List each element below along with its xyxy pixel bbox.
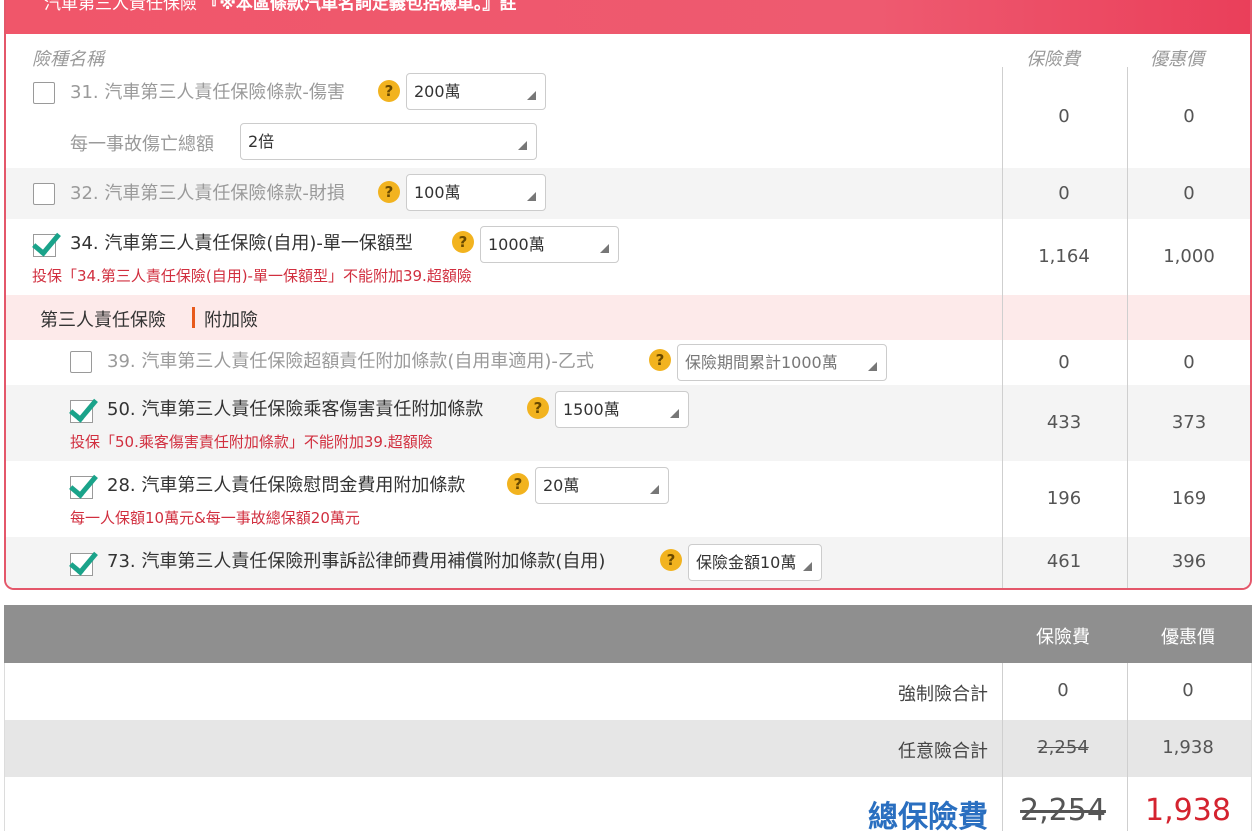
premium-39: 0 <box>1058 352 1070 373</box>
limit-select-73[interactable]: 保險金額10萬 <box>688 544 822 581</box>
limit-select-28[interactable]: 20萬 <box>535 467 669 504</box>
checkbox-31[interactable] <box>33 82 55 104</box>
coverage-row-31: 31. 汽車第三人責任保險條款-傷害 ? 200萬 每一事故傷亡總額 2倍 0 … <box>6 68 1250 168</box>
totals-header-discount: 優惠價 <box>1161 627 1215 648</box>
check-mark-icon[interactable] <box>33 233 56 257</box>
optional-total-row: 任意險合計 2,254 1,938 <box>4 720 1252 777</box>
limit-select-32[interactable]: 100萬 <box>406 174 546 211</box>
premium-50: 433 <box>1046 412 1082 433</box>
question-mark-icon[interactable]: ? <box>452 231 474 253</box>
compulsory-total-label: 強制險合計 <box>898 684 988 705</box>
question-mark-icon[interactable]: ? <box>649 349 671 371</box>
addon-label-50: 50. 汽車第三人責任保險乘客傷害責任附加條款 <box>107 399 484 420</box>
limit-select-50[interactable]: 1500萬 <box>555 391 689 428</box>
panel-header-text: 汽車第三人責任保險 『※本區條款汽車名詞定義包括機車。』註 <box>44 0 516 14</box>
addon-section-header: 第三人責任保險 附加險 <box>6 295 1250 340</box>
addon-row-39: 39. 汽車第三人責任保險超額責任附加條款(自用車適用)-乙式 ? 保險期間累計… <box>6 340 1250 385</box>
discount-73: 396 <box>1171 551 1207 572</box>
question-mark-icon[interactable]: ? <box>378 181 400 203</box>
table-border <box>1251 663 1252 831</box>
column-divider <box>1127 663 1128 831</box>
discount-32: 0 <box>1183 183 1195 204</box>
panel-header: 汽車第三人責任保險 『※本區條款汽車名詞定義包括機車。』註 <box>6 0 1250 34</box>
addon-label-28: 28. 汽車第三人責任保險慰問金費用附加條款 <box>107 475 466 496</box>
discount-31: 0 <box>1183 106 1195 127</box>
warning-50: 投保「50.乘客傷害責任附加條款」不能附加39.超額險 <box>70 433 433 451</box>
premium-34: 1,164 <box>1038 246 1090 267</box>
table-border <box>4 663 5 831</box>
addon-row-28: 28. 汽車第三人責任保險慰問金費用附加條款 ? 20萬 每一人保額10萬元&每… <box>6 461 1250 537</box>
section-subtitle: 附加險 <box>204 310 258 331</box>
checkbox-32[interactable] <box>33 183 55 205</box>
totals-table: 保險費 優惠價 強制險合計 0 0 任意險合計 2,254 1,938 總保險費… <box>4 605 1252 831</box>
check-mark-icon[interactable] <box>70 475 93 499</box>
panel-header-note: 『※本區條款汽車名詞定義包括機車。』註 <box>202 0 517 14</box>
question-mark-icon[interactable]: ? <box>527 397 549 419</box>
addon-row-73: 73. 汽車第三人責任保險刑事訴訟律師費用補償附加條款(自用) ? 保險金額10… <box>6 537 1250 588</box>
multiplier-select-31[interactable]: 2倍 <box>240 123 537 160</box>
limit-select-39[interactable]: 保險期間累計1000萬 <box>677 344 887 381</box>
warning-34: 投保「34.第三人責任保險(自用)-單一保額型」不能附加39.超額險 <box>32 267 472 285</box>
question-mark-icon[interactable]: ? <box>378 80 400 102</box>
compulsory-total-discount: 0 <box>1182 680 1194 701</box>
optional-total-label: 任意險合計 <box>898 741 988 762</box>
premium-32: 0 <box>1058 183 1070 204</box>
grand-total-premium: 2,254 <box>1020 793 1106 828</box>
optional-total-discount: 1,938 <box>1162 737 1214 758</box>
compulsory-total-row: 強制險合計 0 0 <box>4 663 1252 720</box>
column-divider <box>1002 67 1003 588</box>
premium-31: 0 <box>1058 106 1070 127</box>
checkbox-39[interactable] <box>70 351 92 373</box>
premium-73: 461 <box>1046 551 1082 572</box>
coverage-label-34: 34. 汽車第三人責任保險(自用)-單一保額型 <box>70 233 413 254</box>
compulsory-total-premium: 0 <box>1057 680 1069 701</box>
coverage-panel: 汽車第三人責任保險 『※本區條款汽車名詞定義包括機車。』註 險種名稱 保險費 優… <box>4 0 1252 590</box>
check-mark-icon[interactable] <box>70 399 93 423</box>
coverage-row-32: 32. 汽車第三人責任保險條款-財損 ? 100萬 0 0 <box>6 168 1250 219</box>
discount-39: 0 <box>1183 352 1195 373</box>
totals-header-premium: 保險費 <box>1036 627 1090 648</box>
grand-total-label: 總保險費 <box>868 800 988 831</box>
grand-total-discount: 1,938 <box>1145 793 1231 828</box>
limit-select-31[interactable]: 200萬 <box>406 73 546 110</box>
coverage-label-31: 31. 汽車第三人責任保險條款-傷害 <box>70 82 345 103</box>
discount-50: 373 <box>1171 412 1207 433</box>
totals-header: 保險費 優惠價 <box>4 605 1252 663</box>
column-divider <box>1127 67 1128 588</box>
discount-34: 1,000 <box>1163 246 1215 267</box>
question-mark-icon[interactable]: ? <box>660 549 682 571</box>
addon-label-39: 39. 汽車第三人責任保險超額責任附加條款(自用車適用)-乙式 <box>107 351 594 372</box>
coverage-label-32: 32. 汽車第三人責任保險條款-財損 <box>70 183 345 204</box>
coverage-row-34: 34. 汽車第三人責任保險(自用)-單一保額型 ? 1000萬 投保「34.第三… <box>6 219 1250 295</box>
optional-total-premium: 2,254 <box>1037 737 1089 758</box>
addon-label-73: 73. 汽車第三人責任保險刑事訴訟律師費用補償附加條款(自用) <box>107 551 606 572</box>
panel-header-title: 汽車第三人責任保險 <box>44 0 197 14</box>
section-title: 第三人責任保險 <box>40 310 166 331</box>
check-mark-icon[interactable] <box>70 552 93 576</box>
grand-total-row: 總保險費 2,254 1,938 <box>4 777 1252 831</box>
sub-label-31: 每一事故傷亡總額 <box>70 134 214 155</box>
warning-28: 每一人保額10萬元&每一事故總保額20萬元 <box>70 509 360 527</box>
limit-select-34[interactable]: 1000萬 <box>480 226 619 263</box>
column-divider <box>1002 663 1003 831</box>
premium-28: 196 <box>1046 488 1082 509</box>
question-mark-icon[interactable]: ? <box>507 473 529 495</box>
section-divider <box>192 307 195 328</box>
addon-row-50: 50. 汽車第三人責任保險乘客傷害責任附加條款 ? 1500萬 投保「50.乘客… <box>6 385 1250 461</box>
discount-28: 169 <box>1171 488 1207 509</box>
